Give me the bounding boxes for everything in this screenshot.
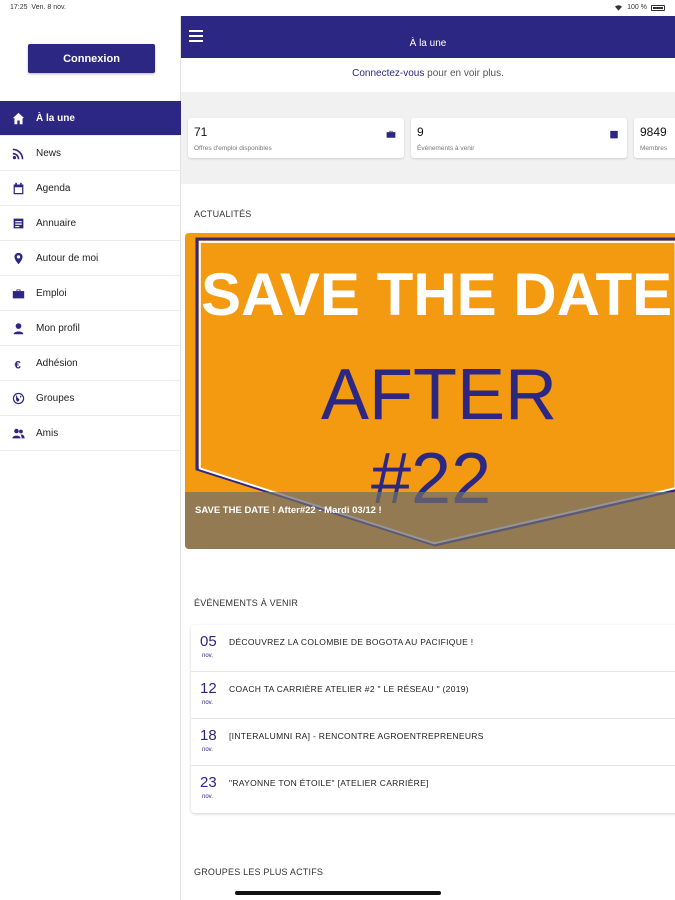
sidebar-item-agenda[interactable]: Agenda <box>0 171 181 206</box>
login-prompt-text: pour en voir plus. <box>424 68 504 79</box>
events-section-title: ÉVÉNEMENTS À VENIR <box>194 598 299 608</box>
sidebar-item-news[interactable]: News <box>0 136 181 171</box>
stat-value: 71 <box>194 125 208 139</box>
event-month: nov. <box>202 653 213 659</box>
battery-percent: 100 % <box>627 4 647 11</box>
event-row[interactable]: 18 nov. [INTERALUMNI RA] - RENCONTRE AGR… <box>191 719 675 766</box>
sidebar-item-label: Autour de moi <box>36 252 99 264</box>
friends-icon <box>0 427 36 440</box>
event-month: nov. <box>202 747 213 753</box>
euro-icon: € <box>0 357 36 370</box>
event-month: nov. <box>202 700 213 706</box>
calendar-icon <box>609 126 619 144</box>
stat-value: 9849 <box>640 125 667 139</box>
sidebar-item-label: News <box>36 147 62 159</box>
groups-section-title: GROUPES LES PLUS ACTIFS <box>194 867 324 877</box>
main-content: À la une Connectez-vous pour en voir plu… <box>181 16 675 900</box>
app-screen: 17:25 Ven. 8 nov. 100 % Connexion À la u… <box>0 0 675 900</box>
sidebar-item-label: Groupes <box>36 392 75 404</box>
sidebar-item-label: Adhésion <box>36 357 78 369</box>
banner-line-2: AFTER <box>321 355 557 435</box>
event-row[interactable]: 05 nov. DÉCOUVREZ LA COLOMBIE DE BOGOTA … <box>191 625 675 672</box>
banner-line-1: SAVE THE DATE <box>201 261 672 328</box>
briefcase-icon <box>386 126 396 144</box>
events-list: 05 nov. DÉCOUVREZ LA COLOMBIE DE BOGOTA … <box>191 625 675 813</box>
battery-icon <box>651 4 665 11</box>
event-day: 18 <box>200 727 217 744</box>
sidebar-item-label: Emploi <box>36 287 67 299</box>
event-row[interactable]: 12 nov. COACH TA CARRIÈRE ATELIER #2 " L… <box>191 672 675 719</box>
sidebar: Connexion À la une News Agenda Annuaire … <box>0 16 181 900</box>
svg-text:€: € <box>14 359 21 370</box>
news-card[interactable]: SAVE THE DATE AFTER #22 SAVE THE DATE ! … <box>185 233 675 549</box>
event-day: 23 <box>200 774 217 791</box>
event-month: nov. <box>202 794 213 800</box>
map-pin-icon <box>0 252 36 265</box>
sidebar-item-groupes[interactable]: Groupes <box>0 381 181 416</box>
event-day: 05 <box>200 633 217 650</box>
directory-icon <box>0 217 36 230</box>
top-app-bar: À la une <box>181 16 675 58</box>
home-icon <box>0 112 36 125</box>
stat-value: 9 <box>417 125 424 139</box>
stat-card-events[interactable]: 9 Événements à venir <box>411 118 627 158</box>
wifi-icon <box>615 5 623 11</box>
login-button[interactable]: Connexion <box>28 44 155 73</box>
status-date: Ven. 8 nov. <box>31 4 66 11</box>
sidebar-item-autour-de-moi[interactable]: Autour de moi <box>0 241 181 276</box>
stat-card-jobs[interactable]: 71 Offres d'emploi disponibles <box>188 118 404 158</box>
event-title: [INTERALUMNI RA] - RENCONTRE AGROENTREPR… <box>229 731 484 741</box>
login-link[interactable]: Connectez-vous <box>352 68 424 79</box>
sidebar-item-label: À la une <box>36 112 75 124</box>
stat-label: Membres <box>640 145 668 152</box>
stat-label: Offres d'emploi disponibles <box>194 145 272 152</box>
status-bar: 17:25 Ven. 8 nov. 100 % <box>0 0 675 16</box>
briefcase-icon <box>0 287 36 300</box>
stat-card-members[interactable]: 9849 Membres <box>634 118 675 158</box>
sidebar-item-adhesion[interactable]: € Adhésion <box>0 346 181 381</box>
event-title: "RAYONNE TON ÉTOILE" [ATELIER CARRIÈRE] <box>229 778 429 788</box>
rss-icon <box>0 147 36 160</box>
stat-label: Événements à venir <box>417 145 475 152</box>
sidebar-item-emploi[interactable]: Emploi <box>0 276 181 311</box>
stats-band: 71 Offres d'emploi disponibles 9 Événeme… <box>181 92 675 184</box>
sidebar-item-label: Mon profil <box>36 322 80 334</box>
person-icon <box>0 322 36 335</box>
event-day: 12 <box>200 680 217 697</box>
sidebar-menu: À la une News Agenda Annuaire Autour de … <box>0 101 181 451</box>
sidebar-item-label: Amis <box>36 427 59 439</box>
calendar-icon <box>0 182 36 195</box>
status-time: 17:25 <box>10 4 28 11</box>
event-title: COACH TA CARRIÈRE ATELIER #2 " LE RÉSEAU… <box>229 684 469 694</box>
sidebar-item-annuaire[interactable]: Annuaire <box>0 206 181 241</box>
news-caption: SAVE THE DATE ! After#22 - Mardi 03/12 ! <box>195 505 382 516</box>
page-title: À la une <box>409 38 447 49</box>
event-row[interactable]: 23 nov. "RAYONNE TON ÉTOILE" [ATELIER CA… <box>191 766 675 813</box>
home-indicator[interactable] <box>235 891 441 895</box>
sidebar-item-label: Agenda <box>36 182 71 194</box>
news-caption-overlay: SAVE THE DATE ! After#22 - Mardi 03/12 ! <box>185 492 675 549</box>
news-section-title: ACTUALITÉS <box>194 209 252 219</box>
login-prompt: Connectez-vous pour en voir plus. <box>181 68 675 79</box>
sidebar-item-a-la-une[interactable]: À la une <box>0 101 181 136</box>
sidebar-item-label: Annuaire <box>36 217 77 229</box>
sidebar-item-mon-profil[interactable]: Mon profil <box>0 311 181 346</box>
globe-icon <box>0 392 36 405</box>
sidebar-item-amis[interactable]: Amis <box>0 416 181 451</box>
event-title: DÉCOUVREZ LA COLOMBIE DE BOGOTA AU PACIF… <box>229 637 474 647</box>
